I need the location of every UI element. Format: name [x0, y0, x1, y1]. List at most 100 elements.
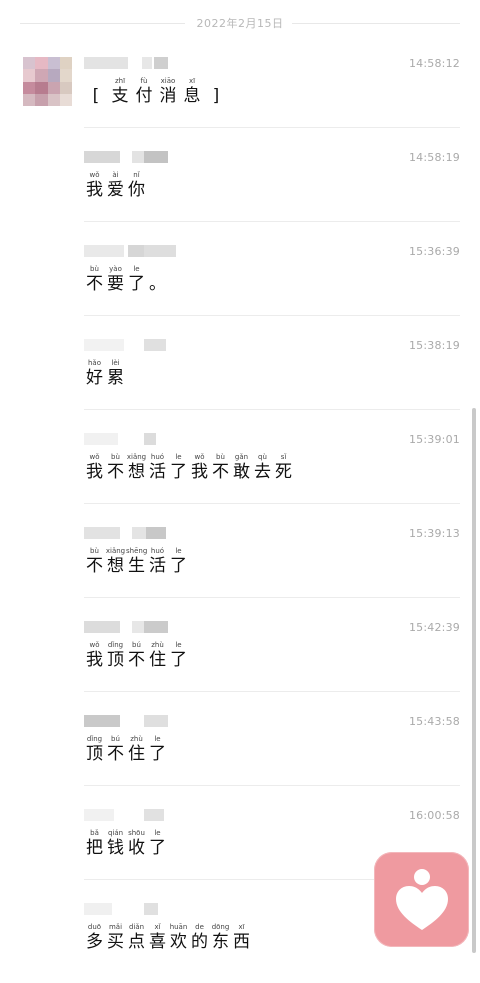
message-character: xiǎng 想	[105, 546, 126, 576]
pinyin-annotation: shēng	[126, 547, 148, 555]
hanzi-character: 欢	[170, 932, 187, 952]
pinyin-annotation: diǎn	[128, 923, 145, 931]
message-character: zhī 支	[108, 76, 132, 106]
message-item[interactable]: 15:38:19 hǎo 好 lèi 累	[84, 339, 460, 419]
redaction-block	[132, 527, 146, 539]
message-character: le 了	[168, 640, 189, 670]
sender-name-redacted	[84, 809, 194, 821]
message-divider	[84, 409, 460, 410]
date-separator-line-right	[292, 23, 460, 24]
hanzi-character: 了	[170, 650, 187, 670]
message-item[interactable]: 15:39:01 wǒ 我 bù 不 xiǎng 想 huó 活 le 了 wǒ 我 bù 不 gǎn 敢 qù 去…	[84, 433, 460, 513]
hanzi-character: 支	[111, 86, 129, 106]
message-character: gǎn 敢	[231, 452, 252, 482]
message-item[interactable]: 15:39:13 bù 不 xiǎng 想 shēng 生 huó 活 le 了	[84, 527, 460, 607]
message-item[interactable]: 15:42:39 wǒ 我 dǐng 顶 bú 不 zhù 住 le 了	[84, 621, 460, 701]
message-character: bù 不	[84, 264, 105, 294]
app-heart-icon[interactable]	[374, 852, 469, 947]
hanzi-character: 消	[159, 86, 177, 106]
message-item[interactable]: 15:36:39 bù 不 yào 要 le 了。	[84, 245, 460, 325]
scrollbar[interactable]	[472, 408, 476, 953]
message-text: wǒ 我 dǐng 顶 bú 不 zhù 住 le 了	[84, 640, 189, 670]
message-character: le 了	[147, 828, 168, 858]
message-divider	[84, 127, 460, 128]
hanzi-character: 活	[149, 556, 166, 576]
sender-name-redacted	[84, 57, 194, 69]
hanzi-character: 了	[170, 556, 187, 576]
date-separator: 2022年2月15日	[0, 13, 480, 33]
redaction-block	[144, 151, 168, 163]
redaction-block	[132, 151, 144, 163]
pinyin-annotation: bǎ	[90, 829, 99, 837]
message-character: de 的	[189, 922, 210, 952]
hanzi-character: 顶	[107, 650, 124, 670]
redaction-block	[84, 151, 120, 163]
hanzi-character: 我	[86, 180, 103, 200]
message-character: dǐng 顶	[84, 734, 105, 764]
message-text: wǒ 我 bù 不 xiǎng 想 huó 活 le 了 wǒ 我 bù 不 gǎn 敢 qù 去 sǐ 死	[84, 452, 294, 482]
sender-name-redacted	[84, 433, 194, 445]
hanzi-character: 点	[128, 932, 145, 952]
pinyin-annotation: yào	[109, 265, 122, 273]
message-divider	[84, 315, 460, 316]
pinyin-annotation: duō	[87, 923, 102, 931]
pinyin-annotation: wǒ	[89, 453, 100, 461]
date-separator-text: 2022年2月15日	[196, 17, 284, 30]
sender-name-redacted	[84, 621, 194, 633]
message-timestamp: 15:39:01	[408, 433, 460, 446]
message-timestamp: 15:38:19	[408, 339, 460, 352]
pinyin-annotation: xǐ	[154, 923, 161, 931]
hanzi-character: 付	[135, 86, 153, 106]
message-item[interactable]: 15:43:58 dǐng 顶 bú 不 zhù 住 le 了	[84, 715, 460, 795]
message-character: fù 付	[132, 76, 156, 106]
pinyin-annotation: xī	[238, 923, 245, 931]
sender-name-redacted	[84, 715, 194, 727]
message-character: wǒ 我	[84, 452, 105, 482]
hanzi-character: 。	[149, 274, 166, 294]
message-item[interactable]: 14:58:12[zhī 支 fù 付 xiāo 消 xī 息]	[84, 57, 460, 137]
message-character: le 了	[168, 546, 189, 576]
message-character: bù 不	[105, 452, 126, 482]
message-character: lèi 累	[105, 358, 126, 388]
pinyin-annotation	[84, 76, 108, 86]
sender-name-redacted	[84, 527, 194, 539]
message-character: xiāo 消	[156, 76, 180, 106]
sender-name-redacted	[84, 903, 194, 915]
redaction-block	[146, 527, 166, 539]
pinyin-annotation: bù	[90, 265, 99, 273]
avatar[interactable]	[23, 57, 72, 106]
pinyin-annotation: qù	[258, 453, 267, 461]
redaction-block	[84, 903, 112, 915]
hanzi-character: 住	[128, 744, 145, 764]
pinyin-annotation: xiǎng	[105, 547, 126, 555]
pinyin-annotation: le	[175, 547, 182, 555]
message-timestamp: 15:36:39	[408, 245, 460, 258]
hanzi-character: 活	[149, 462, 166, 482]
message-item[interactable]: 14:58:19 wǒ 我 ài 爱 nǐ 你	[84, 151, 460, 231]
pinyin-annotation: ài	[112, 171, 119, 179]
message-divider	[84, 503, 460, 504]
pinyin-annotation: huó	[150, 547, 165, 555]
message-character: duō 多	[84, 922, 105, 952]
message-timestamp: 16:00:58	[408, 809, 460, 822]
message-text: bǎ 把 qián 钱 shōu 收 le 了	[84, 828, 168, 858]
message-character: huān 欢	[168, 922, 189, 952]
message-character: bù 不	[84, 546, 105, 576]
hanzi-character: 东	[212, 932, 229, 952]
message-character: dōng 东	[210, 922, 231, 952]
pinyin-annotation: le	[133, 265, 140, 273]
hanzi-character: 不	[212, 462, 229, 482]
pinyin-annotation: mǎi	[108, 923, 123, 931]
message-character: nǐ 你	[126, 170, 147, 200]
message-timestamp: 15:39:13	[408, 527, 460, 540]
message-text: bù 不 xiǎng 想 shēng 生 huó 活 le 了	[84, 546, 189, 576]
hanzi-character: 买	[107, 932, 124, 952]
message-character: le 了	[168, 452, 189, 482]
message-character: xiǎng 想	[126, 452, 147, 482]
message-character: ài 爱	[105, 170, 126, 200]
redaction-block	[128, 245, 144, 257]
hanzi-character: 想	[107, 556, 124, 576]
message-character: shēng 生	[126, 546, 147, 576]
hanzi-character: 生	[128, 556, 145, 576]
pinyin-annotation: lèi	[111, 359, 120, 367]
